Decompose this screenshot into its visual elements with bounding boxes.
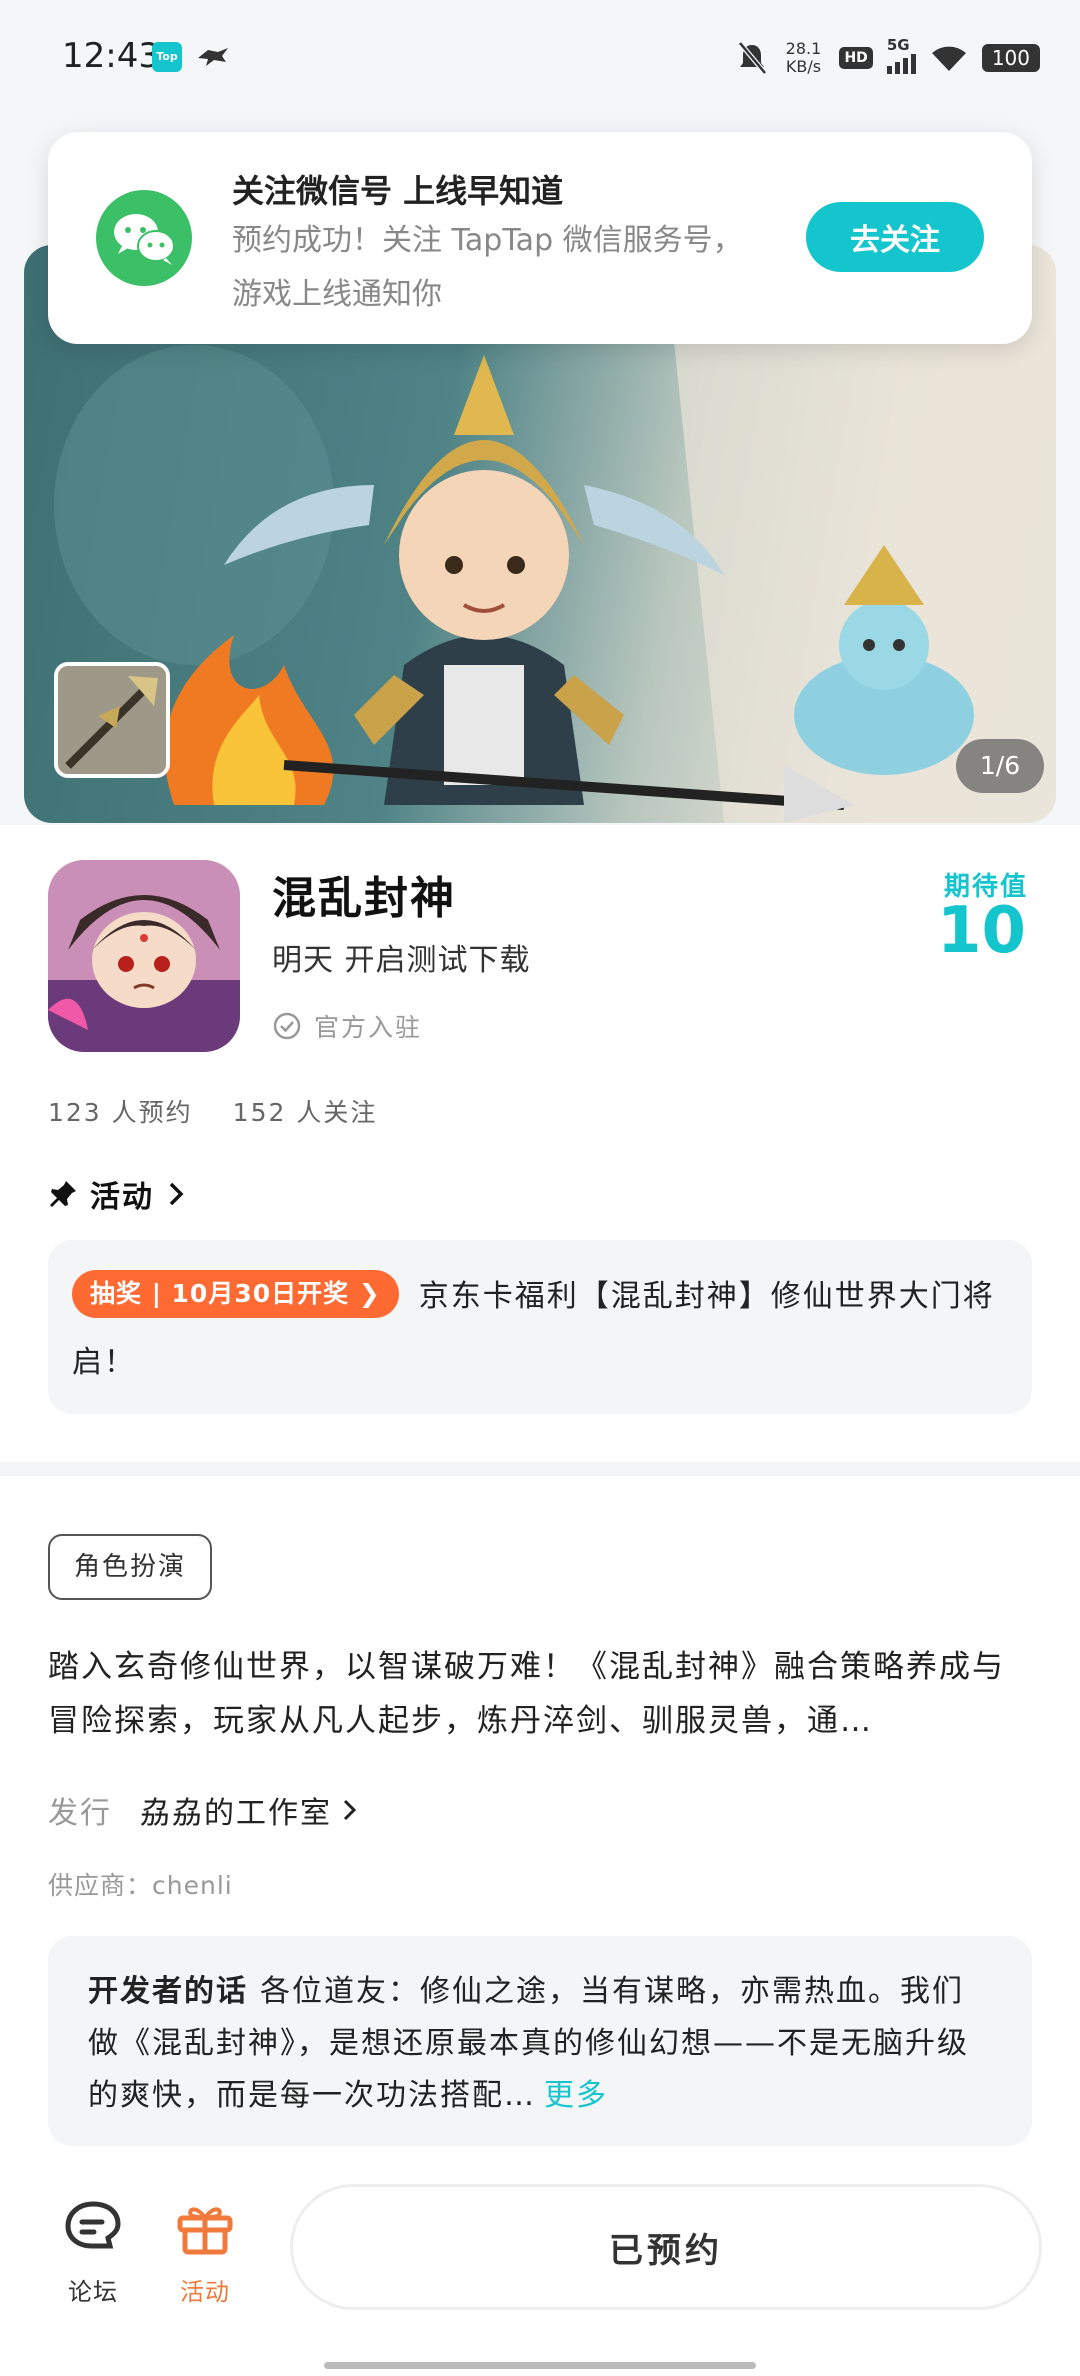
chevron-right-icon [343,1799,357,1821]
forum-icon [65,2201,121,2249]
nav-forum-label: 论坛 [68,2278,118,2306]
follow-button[interactable]: 去关注 [806,202,984,272]
status-time: 12:43 [62,36,160,76]
official-badge: 官方入驻 [272,1008,422,1044]
reserved-button[interactable]: 已预约 [290,2184,1042,2310]
game-test-status: 明天 开启测试下载 [272,943,531,978]
developer-note-card[interactable]: 开发者的话 各位道友：修仙之途，当有谋略，亦需热血。我们做《混乱封神》，是想还原最… [48,1936,1032,2146]
signal-5g-icon: 5G [886,36,916,74]
weapon-thumbnail-image [58,666,166,774]
status-bar: 12:43 Top 28.1 KB/s HD 5G 100 [0,0,1080,115]
gift-icon [177,2207,233,2255]
taptap-notification-icon: Top [152,42,182,72]
lottery-tag: 抽奖 | 10月30日开奖 ❯ [72,1270,399,1318]
reservation-count: 123 人预约 [48,1098,193,1127]
activity-heading: 活动 [90,1180,154,1215]
mute-bell-icon [738,41,768,75]
chevron-right-icon [169,1182,184,1206]
activity-section-header[interactable]: 活动 [48,1172,186,1216]
game-icon[interactable] [48,860,240,1052]
game-stats: 123 人预约 152 人关注 [48,1093,377,1129]
battery-icon: 100 [981,44,1040,72]
publisher-label: 发行 [48,1796,112,1831]
home-indicator[interactable] [324,2362,756,2369]
bottom-action-bar: 论坛 活动 已预约 [0,2170,1080,2376]
official-label: 官方入驻 [314,1013,423,1042]
wifi-icon [931,46,966,71]
image-counter: 1/6 [956,739,1044,793]
activity-card[interactable]: 抽奖 | 10月30日开奖 ❯ 京东卡福利【混乱封神】修仙世界大门将启！ [48,1240,1032,1414]
pin-icon [50,1181,76,1207]
nav-forum[interactable]: 论坛 [48,2196,138,2307]
game-icon-image [48,860,240,1052]
follow-count[interactable]: 152 人关注 [233,1093,378,1129]
game-description[interactable]: 踏入玄奇修仙世界，以智谋破万难！《混乱封神》融合策略养成与冒险探索，玩家从凡人起… [48,1640,1032,1748]
hero-thumbnail[interactable] [54,662,170,778]
publisher-row[interactable]: 发行 劦劦的工作室 [48,1788,362,1832]
wechat-card-description: 预约成功！关注 TapTap 微信服务号，游戏上线通知你 [232,223,743,312]
bird-notification-icon [198,48,228,66]
publisher-name: 劦劦的工作室 [140,1796,332,1831]
nav-activity[interactable]: 活动 [160,2196,250,2307]
expectation-value: 10 [936,894,1026,968]
hd-icon: HD [839,47,873,69]
status-icons: 28.1 KB/s HD 5G 100 [737,36,1040,80]
activity-content: 抽奖 | 10月30日开奖 ❯ 京东卡福利【混乱封神】修仙世界大门将启！ [72,1264,1012,1396]
game-title: 混乱封神 [272,873,456,924]
wechat-icon [96,190,192,286]
developer-note-label: 开发者的话 [88,1974,248,2009]
genre-tag[interactable]: 角色扮演 [48,1534,213,1600]
more-link[interactable]: 更多 [544,2078,608,2113]
section-divider [0,1462,1080,1476]
wechat-card-title: 关注微信号 上线早知道 [232,172,564,210]
developer-note: 开发者的话 各位道友：修仙之途，当有谋略，亦需热血。我们做《混乱封神》，是想还原最… [88,1966,988,2122]
wechat-follow-card: 关注微信号 上线早知道 预约成功！关注 TapTap 微信服务号，游戏上线通知你… [48,132,1032,344]
net-speed: 28.1 KB/s [785,39,822,76]
verified-check-icon [273,1012,301,1040]
supplier-info: 供应商：chenli [48,1871,233,1900]
nav-activity-label: 活动 [180,2278,230,2306]
